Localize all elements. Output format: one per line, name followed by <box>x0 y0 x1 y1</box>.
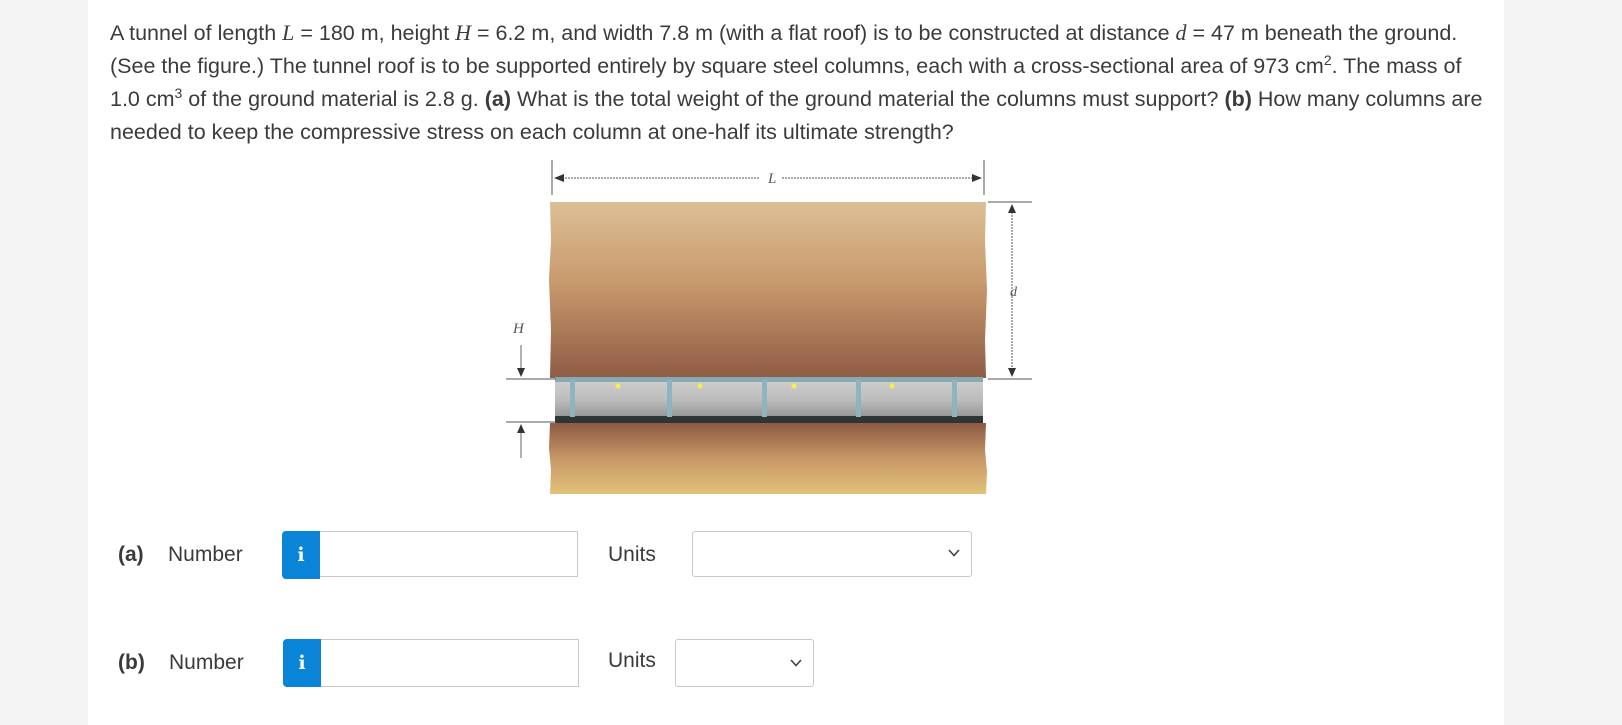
question-text-part: = 6.2 m, and width 7.8 m (with a flat ro… <box>471 21 1176 45</box>
question-card: A tunnel of length L = 180 m, height H =… <box>88 0 1504 725</box>
info-icon: i <box>297 544 305 566</box>
var-d: d <box>1175 20 1187 45</box>
superscript: 2 <box>1323 51 1332 68</box>
number-label: Number <box>168 543 243 566</box>
label-L: L <box>767 171 776 187</box>
number-input-b[interactable] <box>321 639 579 687</box>
part-tag: (a) <box>118 543 144 566</box>
ground-upper <box>549 202 987 378</box>
tunnel-floor <box>555 416 983 423</box>
units-select-a[interactable] <box>692 531 972 577</box>
question-text-part: = 180 m, height <box>294 21 456 45</box>
chevron-down-icon <box>790 659 802 667</box>
units-select-b[interactable] <box>675 639 814 687</box>
var-L: L <box>282 20 295 45</box>
label-d: d <box>1010 285 1018 300</box>
arrowhead <box>517 368 525 377</box>
question-text-part: What is the total weight of the ground m… <box>510 87 1225 111</box>
arrowhead <box>517 424 525 433</box>
tunnel-lights <box>615 383 895 389</box>
question-text: A tunnel of length L = 180 m, height H =… <box>110 16 1490 149</box>
units-label: Units <box>608 543 656 566</box>
question-text-part: A tunnel of length <box>110 21 283 45</box>
var-H: H <box>455 20 472 45</box>
part-b-label: (b) <box>118 651 145 675</box>
info-button[interactable]: i <box>283 639 321 687</box>
chevron-down-icon <box>948 549 960 557</box>
part-a-tag: (a) <box>484 87 511 111</box>
arrowhead <box>554 174 564 182</box>
info-icon: i <box>298 652 306 674</box>
part-b-tag: (b) <box>1224 87 1252 111</box>
tunnel <box>555 378 983 422</box>
question-text-part: of the ground material is 2.8 g. <box>182 87 485 111</box>
part-a-label: (a) <box>118 543 144 567</box>
columns <box>570 380 957 417</box>
label-H: H <box>512 321 525 337</box>
number-label: Number <box>169 651 244 674</box>
ground-lower <box>549 423 987 494</box>
info-button[interactable]: i <box>282 531 320 579</box>
part-tag: (b) <box>118 651 145 674</box>
arrowhead <box>972 174 982 182</box>
number-input-a[interactable] <box>320 531 578 577</box>
units-label: Units <box>608 649 656 672</box>
arrowhead <box>1008 368 1016 377</box>
arrowhead <box>1008 204 1016 213</box>
tunnel-roof <box>555 377 983 382</box>
